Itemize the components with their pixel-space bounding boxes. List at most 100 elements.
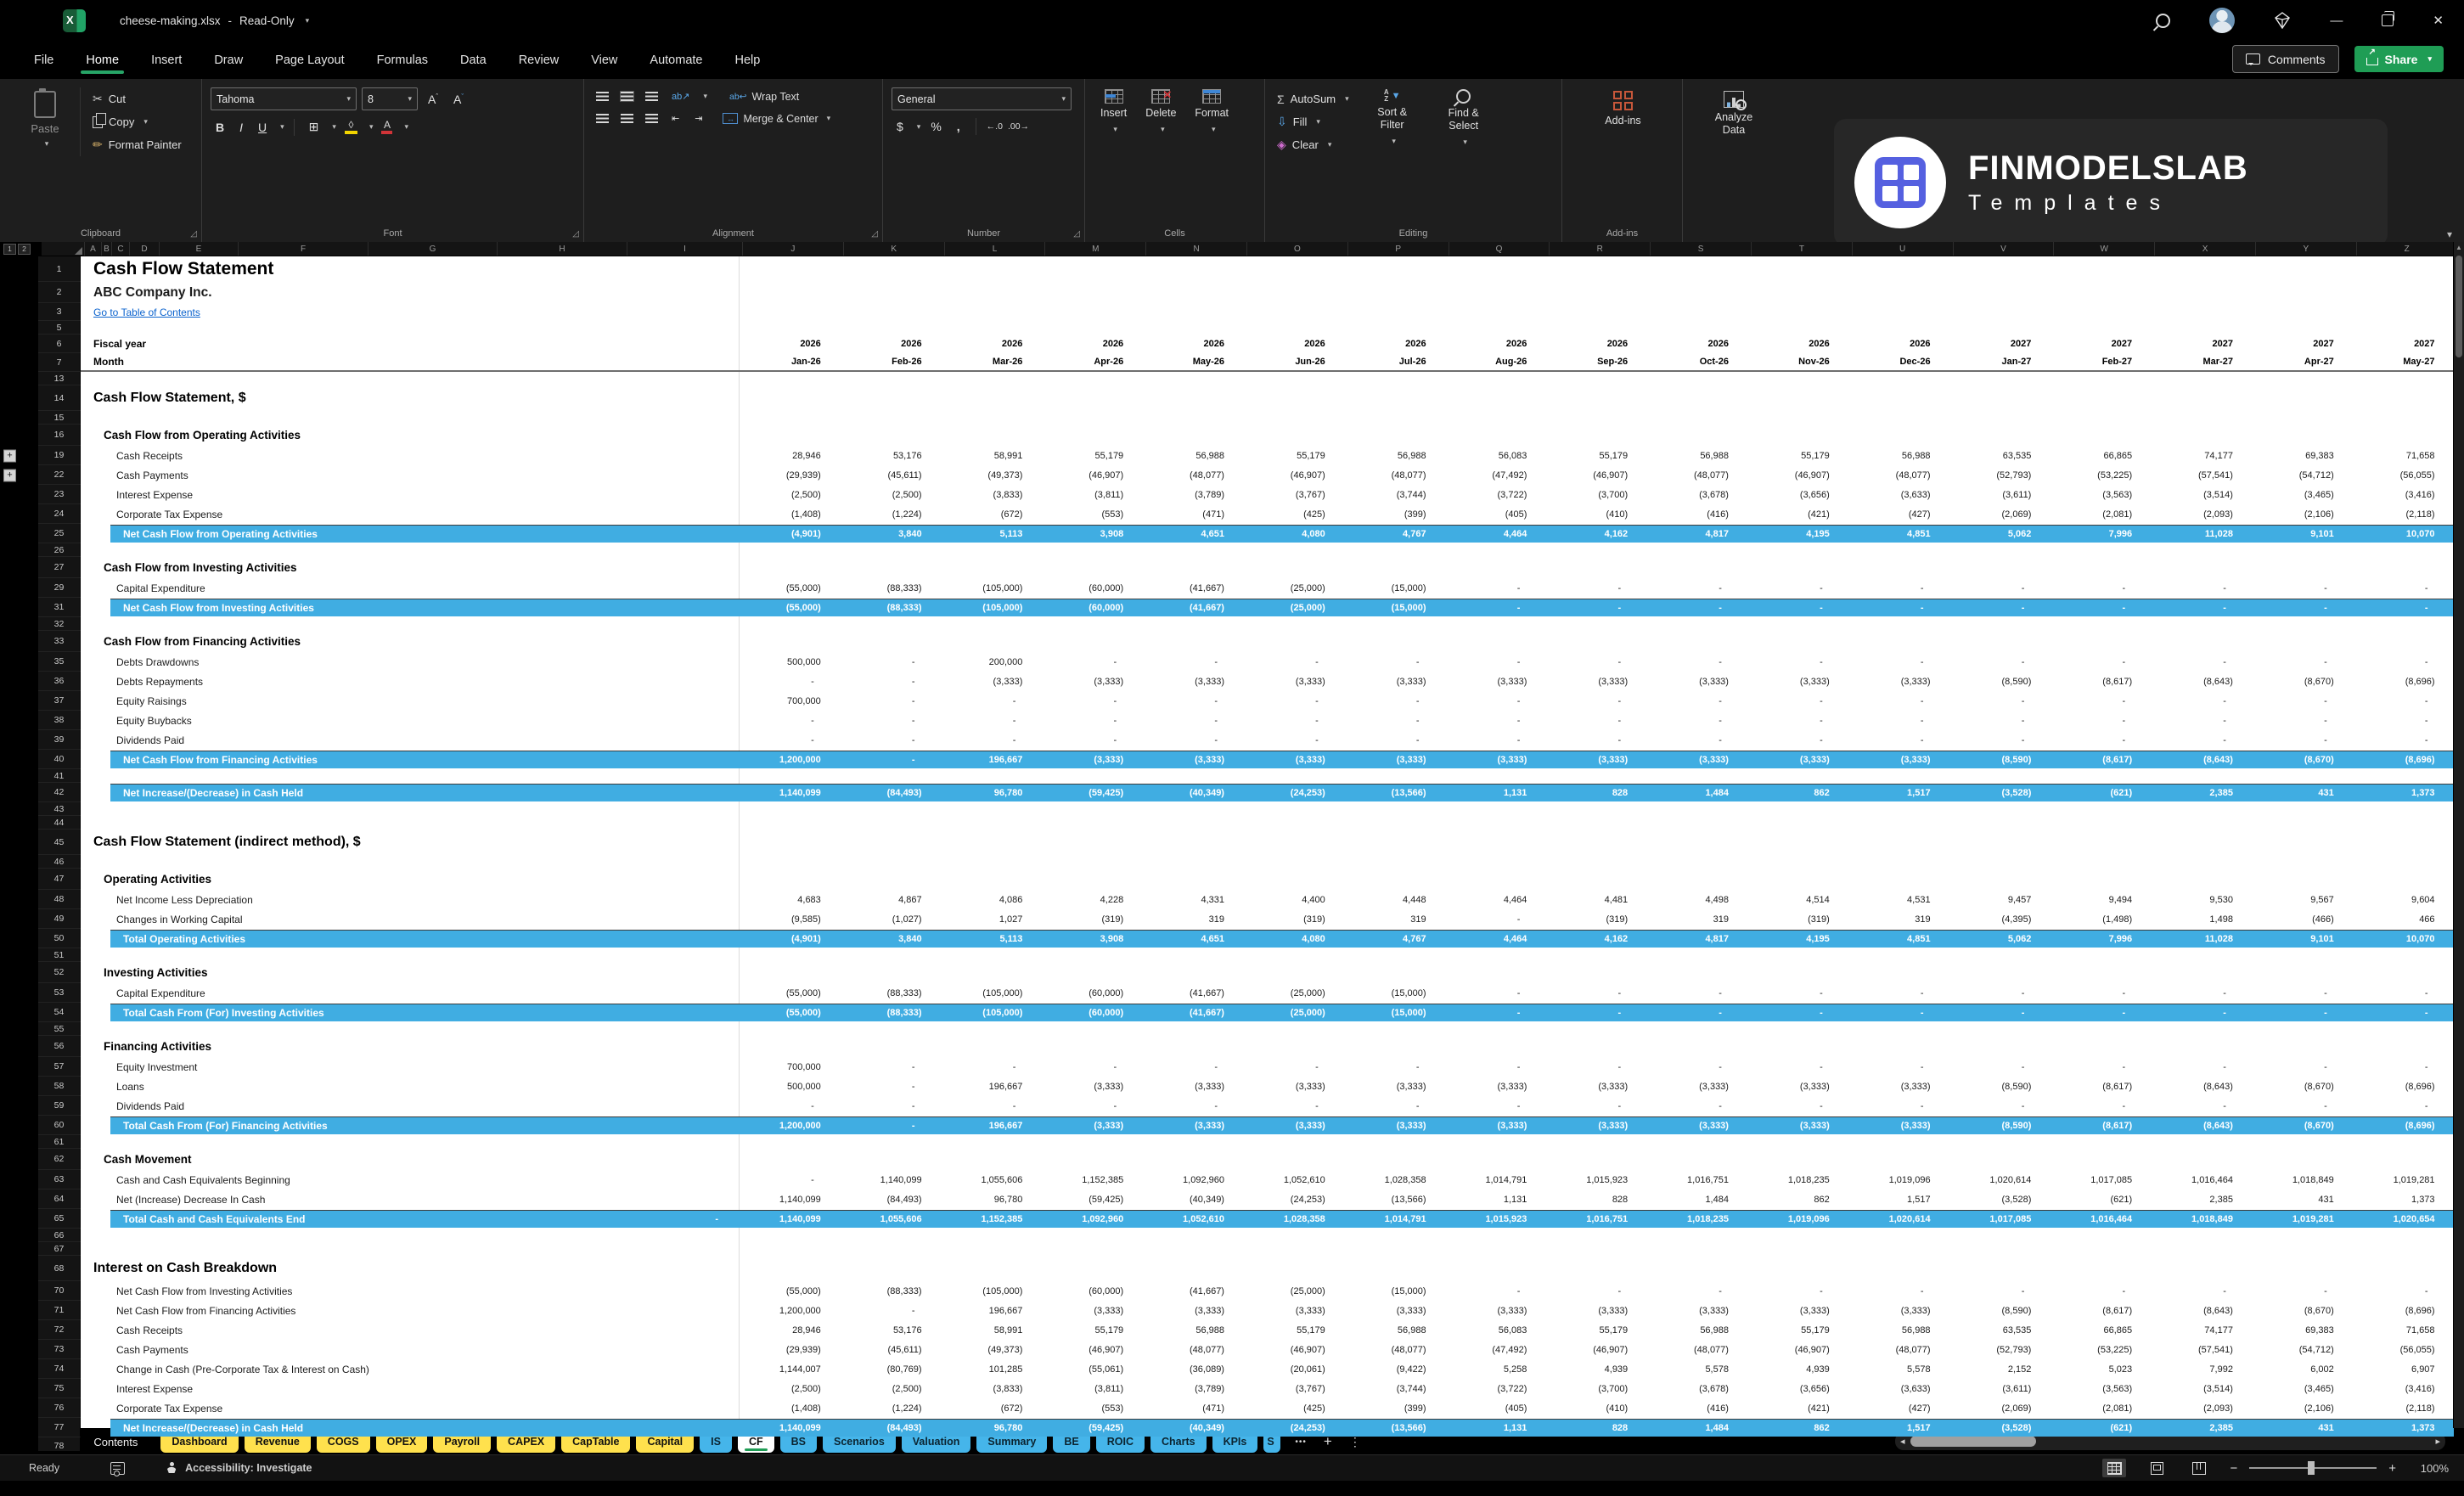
cell[interactable]: 1,200,000 <box>739 1301 840 1320</box>
cell[interactable]: (672) <box>941 1398 1042 1418</box>
row-label[interactable]: Total Cash From (For) Investing Activiti… <box>81 1003 739 1022</box>
scroll-up-icon[interactable]: ▲ <box>2454 242 2464 254</box>
cell[interactable]: 66,865 <box>2050 446 2151 465</box>
cell[interactable]: - <box>1848 1057 1949 1077</box>
row-label[interactable]: Changes in Working Capital <box>81 909 739 929</box>
row-number[interactable]: 35 <box>38 652 81 672</box>
row-number[interactable]: 76 <box>38 1398 81 1418</box>
cell[interactable]: (3,700) <box>1545 485 1646 504</box>
cell[interactable]: 1,015,923 <box>1445 1209 1546 1229</box>
cell[interactable]: - <box>1848 1096 1949 1116</box>
column-header-T[interactable]: T <box>1752 242 1853 256</box>
clipboard-dialog-launcher[interactable]: ◿ <box>190 229 197 239</box>
cell[interactable]: (3,333) <box>1243 750 1344 769</box>
row-number[interactable]: 5 <box>38 321 81 335</box>
cell[interactable]: (3,767) <box>1243 1379 1344 1398</box>
cell[interactable]: 55,179 <box>1747 446 1848 465</box>
align-top-button[interactable] <box>596 92 609 101</box>
cell[interactable]: May-26 <box>1142 353 1243 370</box>
cell[interactable]: 9,457 <box>1949 890 2051 909</box>
row-label[interactable]: Investing Activities <box>81 962 739 983</box>
row-label[interactable]: Total Cash From (For) Financing Activiti… <box>81 1116 739 1135</box>
align-center-button[interactable] <box>621 114 633 123</box>
cell[interactable]: - <box>1949 578 2051 598</box>
cell[interactable]: (1,498) <box>2050 909 2151 929</box>
cell[interactable]: - <box>1747 730 1848 750</box>
row-number[interactable]: 33 <box>38 631 81 652</box>
cell[interactable]: (8,643) <box>2151 672 2252 691</box>
cell[interactable]: (46,907) <box>1545 465 1646 485</box>
row-label[interactable]: Net Cash Flow from Investing Activities <box>81 1281 739 1301</box>
cell[interactable]: (57,541) <box>2151 1340 2252 1359</box>
cell[interactable]: (427) <box>1848 504 1949 524</box>
row-label[interactable]: Total Cash and Cash Equivalents End- <box>81 1209 739 1229</box>
chevron-down-icon[interactable]: ▾ <box>332 122 336 132</box>
row-number[interactable]: 23 <box>38 485 81 504</box>
cell[interactable]: - <box>2353 711 2454 730</box>
cell[interactable]: (8,643) <box>2151 1116 2252 1135</box>
cell[interactable]: - <box>1041 730 1142 750</box>
cell[interactable]: 700,000 <box>739 691 840 711</box>
row-label[interactable]: Net (Increase) Decrease In Cash <box>81 1189 739 1209</box>
cell[interactable]: (8,670) <box>2252 1077 2353 1096</box>
cell[interactable]: (55,000) <box>739 1281 840 1301</box>
cell[interactable]: 862 <box>1747 1189 1848 1209</box>
row-label[interactable]: Net Cash Flow from Financing Activities <box>81 1301 739 1320</box>
cell[interactable]: 319 <box>1848 909 1949 929</box>
cell[interactable]: (80,769) <box>840 1359 941 1379</box>
cell[interactable]: (15,000) <box>1344 1281 1445 1301</box>
cell[interactable]: (55,000) <box>739 983 840 1003</box>
cell[interactable]: - <box>1747 1096 1848 1116</box>
column-header-I[interactable]: I <box>627 242 743 256</box>
ribbon-tab-file[interactable]: File <box>32 48 55 72</box>
cell[interactable]: (3,333) <box>1445 1301 1546 1320</box>
cell[interactable]: - <box>1545 1096 1646 1116</box>
cell[interactable]: (3,633) <box>1848 485 1949 504</box>
row-number[interactable]: 60 <box>38 1116 81 1135</box>
shrink-font-button[interactable]: Aˇ <box>448 91 469 108</box>
cell[interactable]: - <box>1545 1003 1646 1022</box>
cell[interactable]: (621) <box>2050 1189 2151 1209</box>
cell[interactable]: - <box>1848 1281 1949 1301</box>
row-number[interactable]: 62 <box>38 1149 81 1170</box>
underline-button[interactable]: U <box>253 119 272 136</box>
row-label[interactable]: Corporate Tax Expense <box>81 504 739 524</box>
cell[interactable]: 4,651 <box>1142 524 1243 543</box>
cell[interactable]: - <box>1445 578 1546 598</box>
ribbon-tab-automate[interactable]: Automate <box>648 48 704 72</box>
cell[interactable]: (52,793) <box>1949 1340 2051 1359</box>
autosum-button[interactable]: ΣAutoSum▾ <box>1274 87 1353 110</box>
cell[interactable]: - <box>1243 1096 1344 1116</box>
column-header-H[interactable]: H <box>498 242 627 256</box>
cell[interactable]: 319 <box>1646 909 1747 929</box>
cell[interactable]: (3,811) <box>1041 1379 1142 1398</box>
vertical-scroll-thumb[interactable] <box>2456 256 2462 357</box>
cell[interactable]: (8,670) <box>2252 672 2353 691</box>
cell[interactable]: (3,611) <box>1949 485 2051 504</box>
cell[interactable]: - <box>739 711 840 730</box>
accounting-format-button[interactable]: $ <box>892 118 909 135</box>
cell[interactable]: (8,643) <box>2151 1077 2252 1096</box>
row-number[interactable]: 24 <box>38 504 81 524</box>
cell[interactable]: 9,530 <box>2151 890 2252 909</box>
cell[interactable]: 4,162 <box>1545 524 1646 543</box>
cell[interactable]: (3,333) <box>1445 672 1546 691</box>
row-label[interactable]: Cash Flow Statement <box>81 256 739 282</box>
cell[interactable]: (3,333) <box>1142 1301 1243 1320</box>
row-label[interactable]: Cash Flow from Operating Activities <box>81 425 739 446</box>
cell[interactable]: (56,055) <box>2353 465 2454 485</box>
cell[interactable]: 1,027 <box>941 909 1042 929</box>
collapse-ribbon-icon[interactable]: ▾ <box>2447 228 2452 240</box>
cell[interactable]: (45,611) <box>840 1340 941 1359</box>
cell[interactable]: - <box>1949 1003 2051 1022</box>
cell[interactable]: 4,448 <box>1344 890 1445 909</box>
cell[interactable]: (3,333) <box>1848 1301 1949 1320</box>
column-header-Y[interactable]: Y <box>2256 242 2357 256</box>
cell[interactable]: - <box>1949 1057 2051 1077</box>
cell[interactable]: - <box>2252 1281 2353 1301</box>
cell[interactable]: (105,000) <box>941 1003 1042 1022</box>
cell[interactable]: - <box>1747 578 1848 598</box>
cell[interactable]: - <box>2050 598 2151 617</box>
row-label[interactable]: Net Cash Flow from Operating Activities <box>81 524 739 543</box>
cell[interactable]: 4,817 <box>1646 524 1747 543</box>
